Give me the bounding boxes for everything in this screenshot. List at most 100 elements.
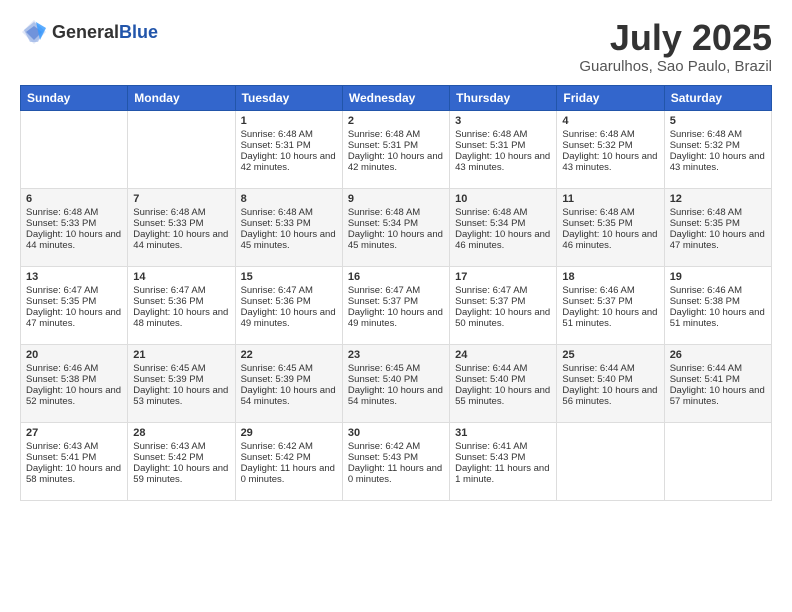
sunrise-text: Sunrise: 6:48 AM bbox=[241, 129, 313, 140]
table-row: 28 Sunrise: 6:43 AM Sunset: 5:42 PM Dayl… bbox=[128, 422, 235, 500]
sunrise-text: Sunrise: 6:48 AM bbox=[670, 207, 742, 218]
day-number: 11 bbox=[562, 193, 658, 205]
col-sunday: Sunday bbox=[21, 85, 128, 110]
day-number: 20 bbox=[26, 349, 122, 361]
col-saturday: Saturday bbox=[664, 85, 771, 110]
col-monday: Monday bbox=[128, 85, 235, 110]
table-row: 15 Sunrise: 6:47 AM Sunset: 5:36 PM Dayl… bbox=[235, 266, 342, 344]
table-row bbox=[128, 110, 235, 188]
table-row: 16 Sunrise: 6:47 AM Sunset: 5:37 PM Dayl… bbox=[342, 266, 449, 344]
table-row bbox=[664, 422, 771, 500]
daylight-text: Daylight: 10 hours and 49 minutes. bbox=[348, 307, 443, 329]
table-row: 26 Sunrise: 6:44 AM Sunset: 5:41 PM Dayl… bbox=[664, 344, 771, 422]
sunrise-text: Sunrise: 6:44 AM bbox=[455, 363, 527, 374]
sunrise-text: Sunrise: 6:48 AM bbox=[348, 207, 420, 218]
sunset-text: Sunset: 5:38 PM bbox=[670, 296, 740, 307]
day-number: 5 bbox=[670, 115, 766, 127]
sunrise-text: Sunrise: 6:45 AM bbox=[241, 363, 313, 374]
sunset-text: Sunset: 5:39 PM bbox=[133, 374, 203, 385]
day-number: 16 bbox=[348, 271, 444, 283]
daylight-text: Daylight: 10 hours and 50 minutes. bbox=[455, 307, 550, 329]
col-friday: Friday bbox=[557, 85, 664, 110]
sunset-text: Sunset: 5:37 PM bbox=[562, 296, 632, 307]
calendar-row: 1 Sunrise: 6:48 AM Sunset: 5:31 PM Dayli… bbox=[21, 110, 772, 188]
page: General Blue July 2025 Guarulhos, Sao Pa… bbox=[0, 0, 792, 612]
day-number: 12 bbox=[670, 193, 766, 205]
daylight-text: Daylight: 10 hours and 56 minutes. bbox=[562, 385, 657, 407]
table-row: 22 Sunrise: 6:45 AM Sunset: 5:39 PM Dayl… bbox=[235, 344, 342, 422]
table-row: 13 Sunrise: 6:47 AM Sunset: 5:35 PM Dayl… bbox=[21, 266, 128, 344]
day-number: 29 bbox=[241, 427, 337, 439]
sunrise-text: Sunrise: 6:48 AM bbox=[26, 207, 98, 218]
title-block: July 2025 Guarulhos, Sao Paulo, Brazil bbox=[579, 18, 772, 75]
table-row: 29 Sunrise: 6:42 AM Sunset: 5:42 PM Dayl… bbox=[235, 422, 342, 500]
daylight-text: Daylight: 10 hours and 58 minutes. bbox=[26, 463, 121, 485]
header-row: Sunday Monday Tuesday Wednesday Thursday… bbox=[21, 85, 772, 110]
daylight-text: Daylight: 10 hours and 53 minutes. bbox=[133, 385, 228, 407]
table-row: 14 Sunrise: 6:47 AM Sunset: 5:36 PM Dayl… bbox=[128, 266, 235, 344]
day-number: 9 bbox=[348, 193, 444, 205]
sunrise-text: Sunrise: 6:45 AM bbox=[348, 363, 420, 374]
sunset-text: Sunset: 5:42 PM bbox=[241, 452, 311, 463]
day-number: 18 bbox=[562, 271, 658, 283]
table-row bbox=[557, 422, 664, 500]
daylight-text: Daylight: 11 hours and 1 minute. bbox=[455, 463, 549, 485]
day-number: 2 bbox=[348, 115, 444, 127]
table-row: 30 Sunrise: 6:42 AM Sunset: 5:43 PM Dayl… bbox=[342, 422, 449, 500]
sunset-text: Sunset: 5:40 PM bbox=[455, 374, 525, 385]
table-row: 4 Sunrise: 6:48 AM Sunset: 5:32 PM Dayli… bbox=[557, 110, 664, 188]
table-row: 21 Sunrise: 6:45 AM Sunset: 5:39 PM Dayl… bbox=[128, 344, 235, 422]
sunrise-text: Sunrise: 6:44 AM bbox=[562, 363, 634, 374]
daylight-text: Daylight: 10 hours and 54 minutes. bbox=[348, 385, 443, 407]
table-row: 31 Sunrise: 6:41 AM Sunset: 5:43 PM Dayl… bbox=[450, 422, 557, 500]
daylight-text: Daylight: 10 hours and 46 minutes. bbox=[455, 229, 550, 251]
daylight-text: Daylight: 10 hours and 43 minutes. bbox=[562, 151, 657, 173]
daylight-text: Daylight: 10 hours and 45 minutes. bbox=[348, 229, 443, 251]
table-row: 12 Sunrise: 6:48 AM Sunset: 5:35 PM Dayl… bbox=[664, 188, 771, 266]
sunrise-text: Sunrise: 6:48 AM bbox=[348, 129, 420, 140]
table-row: 6 Sunrise: 6:48 AM Sunset: 5:33 PM Dayli… bbox=[21, 188, 128, 266]
day-number: 7 bbox=[133, 193, 229, 205]
day-number: 1 bbox=[241, 115, 337, 127]
daylight-text: Daylight: 10 hours and 51 minutes. bbox=[670, 307, 765, 329]
sunrise-text: Sunrise: 6:46 AM bbox=[562, 285, 634, 296]
day-number: 23 bbox=[348, 349, 444, 361]
subtitle: Guarulhos, Sao Paulo, Brazil bbox=[579, 58, 772, 75]
table-row: 7 Sunrise: 6:48 AM Sunset: 5:33 PM Dayli… bbox=[128, 188, 235, 266]
daylight-text: Daylight: 10 hours and 55 minutes. bbox=[455, 385, 550, 407]
col-wednesday: Wednesday bbox=[342, 85, 449, 110]
table-row: 11 Sunrise: 6:48 AM Sunset: 5:35 PM Dayl… bbox=[557, 188, 664, 266]
daylight-text: Daylight: 10 hours and 46 minutes. bbox=[562, 229, 657, 251]
calendar-row: 27 Sunrise: 6:43 AM Sunset: 5:41 PM Dayl… bbox=[21, 422, 772, 500]
table-row: 24 Sunrise: 6:44 AM Sunset: 5:40 PM Dayl… bbox=[450, 344, 557, 422]
day-number: 13 bbox=[26, 271, 122, 283]
header: General Blue July 2025 Guarulhos, Sao Pa… bbox=[20, 18, 772, 75]
sunset-text: Sunset: 5:33 PM bbox=[133, 218, 203, 229]
logo-text: General Blue bbox=[52, 23, 158, 41]
sunset-text: Sunset: 5:35 PM bbox=[26, 296, 96, 307]
sunrise-text: Sunrise: 6:47 AM bbox=[348, 285, 420, 296]
table-row: 5 Sunrise: 6:48 AM Sunset: 5:32 PM Dayli… bbox=[664, 110, 771, 188]
sunrise-text: Sunrise: 6:45 AM bbox=[133, 363, 205, 374]
table-row: 20 Sunrise: 6:46 AM Sunset: 5:38 PM Dayl… bbox=[21, 344, 128, 422]
daylight-text: Daylight: 10 hours and 44 minutes. bbox=[26, 229, 121, 251]
daylight-text: Daylight: 10 hours and 54 minutes. bbox=[241, 385, 336, 407]
daylight-text: Daylight: 10 hours and 42 minutes. bbox=[241, 151, 336, 173]
day-number: 28 bbox=[133, 427, 229, 439]
sunrise-text: Sunrise: 6:48 AM bbox=[455, 207, 527, 218]
daylight-text: Daylight: 10 hours and 52 minutes. bbox=[26, 385, 121, 407]
sunset-text: Sunset: 5:33 PM bbox=[241, 218, 311, 229]
day-number: 14 bbox=[133, 271, 229, 283]
sunrise-text: Sunrise: 6:43 AM bbox=[133, 441, 205, 452]
logo: General Blue bbox=[20, 18, 158, 46]
sunrise-text: Sunrise: 6:47 AM bbox=[455, 285, 527, 296]
day-number: 17 bbox=[455, 271, 551, 283]
sunrise-text: Sunrise: 6:47 AM bbox=[26, 285, 98, 296]
logo-icon bbox=[20, 18, 48, 46]
sunrise-text: Sunrise: 6:48 AM bbox=[562, 207, 634, 218]
table-row: 1 Sunrise: 6:48 AM Sunset: 5:31 PM Dayli… bbox=[235, 110, 342, 188]
sunset-text: Sunset: 5:40 PM bbox=[348, 374, 418, 385]
day-number: 3 bbox=[455, 115, 551, 127]
sunset-text: Sunset: 5:41 PM bbox=[26, 452, 96, 463]
sunrise-text: Sunrise: 6:47 AM bbox=[241, 285, 313, 296]
